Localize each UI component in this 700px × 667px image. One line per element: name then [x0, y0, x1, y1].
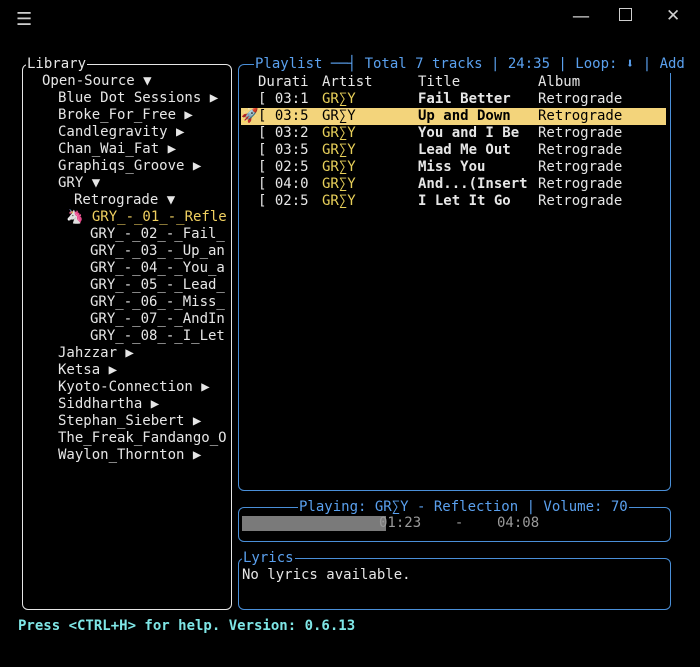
library-title: Library	[26, 56, 88, 73]
row-artist: GR∑Y	[322, 176, 356, 192]
row-artist: GR∑Y	[322, 125, 356, 141]
tree-item[interactable]: GRY_-_06_-_Miss_	[26, 294, 226, 311]
row-title: I Let It Go	[418, 193, 511, 209]
tree-item[interactable]: Waylon_Thornton ▶	[26, 447, 226, 464]
row-album: Retrograde	[538, 108, 623, 124]
close-icon[interactable]: ✕	[666, 6, 680, 26]
playlist-row[interactable]: [ 03:5 GR∑Y Lead Me Out Retrograde	[241, 142, 666, 159]
tree-item[interactable]: Blue Dot Sessions ▶	[26, 90, 226, 107]
tree-item[interactable]: GRY ▼	[26, 175, 226, 192]
tree-item[interactable]: Siddhartha ▶	[26, 396, 226, 413]
row-duration: [ 02:5	[258, 159, 309, 175]
column-header-title[interactable]: Title	[418, 74, 460, 91]
lyrics-title: Lyrics	[242, 550, 295, 567]
playlist-row[interactable]: [ 03:1 GR∑Y Fail Better Retrograde	[241, 91, 666, 108]
tree-item[interactable]: GRY_-_04_-_You_a	[26, 260, 226, 277]
now-playing-title: Playing: GR∑Y - Reflection | Volume: 70	[298, 499, 629, 516]
playlist-row[interactable]: [ 04:0 GR∑Y And...(Insert Retrograde	[241, 176, 666, 193]
row-album: Retrograde	[538, 125, 623, 141]
tree-item-current-track[interactable]: 🦄 GRY_-_01_-_Refle	[26, 209, 226, 226]
tree-item[interactable]: Candlegravity ▶	[26, 124, 226, 141]
row-duration: [ 03:2	[258, 125, 309, 141]
row-duration: [ 04:0	[258, 176, 309, 192]
minimize-icon[interactable]: —	[572, 6, 590, 27]
row-album: Retrograde	[538, 142, 623, 158]
playlist-row[interactable]: [ 02:5 GR∑Y Miss You Retrograde	[241, 159, 666, 176]
lyrics-panel	[238, 558, 671, 610]
tree-item[interactable]: Stephan_Siebert ▶	[26, 413, 226, 430]
window-titlebar: ☰ — ✕	[0, 0, 700, 40]
row-title: Lead Me Out	[418, 142, 511, 158]
tree-item[interactable]: Chan_Wai_Fat ▶	[26, 141, 226, 158]
row-artist: GR∑Y	[322, 142, 356, 158]
tree-item[interactable]: Jahzzar ▶	[26, 345, 226, 362]
playlist-title: Playlist ──┤ Total 7 tracks | 24:35 | Lo…	[254, 56, 686, 73]
row-marker-icon: 🚀	[241, 108, 258, 124]
row-album: Retrograde	[538, 159, 623, 175]
library-tree[interactable]: Open-Source ▼ Blue Dot Sessions ▶ Broke_Fo…	[26, 73, 226, 464]
menu-icon[interactable]: ☰	[16, 9, 32, 30]
row-duration: [ 03:5	[258, 108, 309, 124]
row-title: You and I Be	[418, 125, 520, 141]
tree-item[interactable]: Broke_For_Free ▶	[26, 107, 226, 124]
row-title: Fail Better	[418, 91, 511, 107]
progress-bar[interactable]	[242, 516, 386, 531]
tree-item[interactable]: GRY_-_02_-_Fail_	[26, 226, 226, 243]
progress-time: 01:23 - 04:08	[379, 515, 540, 531]
tree-item[interactable]: Retrograde ▼	[26, 192, 226, 209]
row-artist: GR∑Y	[322, 91, 356, 107]
row-album: Retrograde	[538, 91, 623, 107]
tree-item[interactable]: Open-Source ▼	[26, 73, 226, 90]
row-title: Miss You	[418, 159, 486, 175]
row-album: Retrograde	[538, 176, 623, 192]
tree-item[interactable]: GRY_-_08_-_I_Let	[26, 328, 226, 345]
row-title: And...(Insert	[418, 176, 528, 192]
tree-item[interactable]: GRY_-_07_-_AndIn	[26, 311, 226, 328]
row-artist: GR∑Y	[322, 193, 356, 209]
row-duration: [ 03:1	[258, 91, 309, 107]
tree-item[interactable]: Graphiqs_Groove ▶	[26, 158, 226, 175]
column-header-album[interactable]: Album	[538, 74, 580, 91]
maximize-icon[interactable]	[619, 8, 632, 21]
playlist-row[interactable]: [ 03:2 GR∑Y You and I Be Retrograde	[241, 125, 666, 142]
lyrics-text: No lyrics available.	[242, 567, 411, 583]
playlist-row[interactable]: [ 02:5 GR∑Y I Let It Go Retrograde	[241, 193, 666, 210]
tree-item[interactable]: The_Freak_Fandango_O	[26, 430, 226, 447]
row-artist: GR∑Y	[322, 159, 356, 175]
row-duration: [ 02:5	[258, 193, 309, 209]
help-footer: Press <CTRL+H> for help. Version: 0.6.13	[18, 618, 356, 634]
row-title: Up and Down	[418, 108, 511, 124]
row-artist: GR∑Y	[322, 108, 356, 124]
tree-item[interactable]: GRY_-_05_-_Lead_	[26, 277, 226, 294]
tree-item[interactable]: GRY_-_03_-_Up_an	[26, 243, 226, 260]
column-header-artist[interactable]: Artist	[322, 74, 373, 91]
row-album: Retrograde	[538, 193, 623, 209]
row-duration: [ 03:5	[258, 142, 309, 158]
tree-item[interactable]: Kyoto-Connection ▶	[26, 379, 226, 396]
tree-item[interactable]: Ketsa ▶	[26, 362, 226, 379]
playlist-row-selected[interactable]: 🚀[ 03:5 GR∑Y Up and Down Retrograde	[241, 108, 666, 125]
column-header-duration[interactable]: Durati	[258, 74, 309, 91]
